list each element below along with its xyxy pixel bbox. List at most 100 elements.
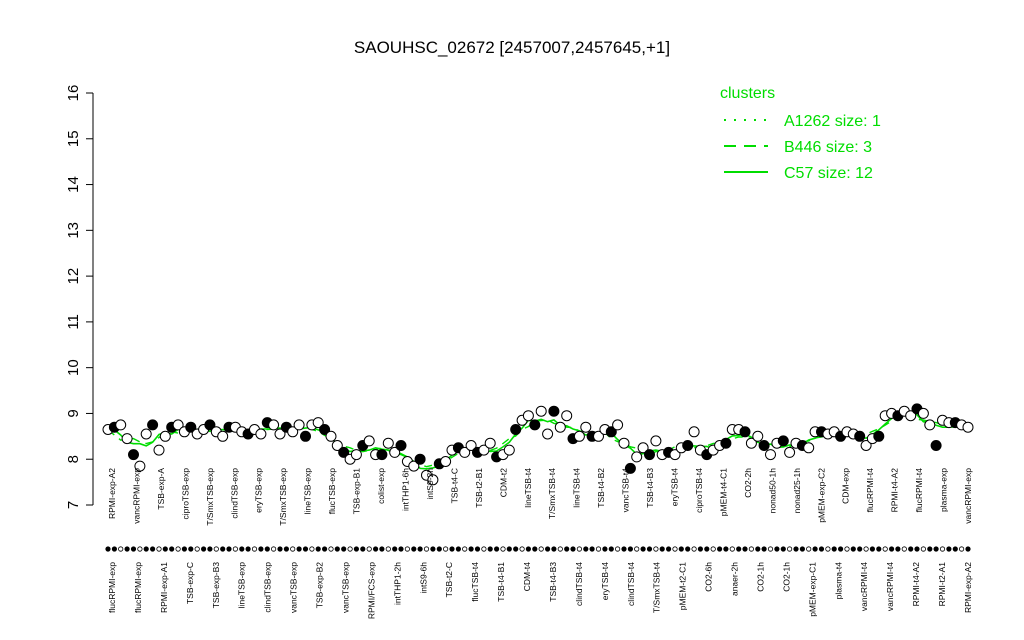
data-point xyxy=(440,456,452,467)
rug-mark xyxy=(411,546,417,552)
rug-mark xyxy=(302,546,309,552)
rug-mark xyxy=(755,546,761,552)
data-point xyxy=(300,430,311,442)
rug-mark xyxy=(175,546,181,552)
rug-mark xyxy=(914,546,920,552)
rug-mark xyxy=(704,546,710,552)
rug-mark xyxy=(156,546,162,552)
rug-mark xyxy=(328,546,334,552)
rug-mark xyxy=(105,546,111,552)
rug-mark xyxy=(831,546,837,552)
rug-mark xyxy=(474,546,481,552)
data-point xyxy=(217,430,229,442)
rug-mark xyxy=(436,546,442,552)
sample-label-bottom: vancRPMI-t4 xyxy=(885,562,895,611)
rug-mark xyxy=(958,546,965,552)
rug-mark xyxy=(506,546,512,552)
data-point xyxy=(542,428,554,440)
rug-mark xyxy=(716,546,723,552)
rug-mark xyxy=(143,546,149,552)
sample-label-top: colist-exp xyxy=(376,468,386,504)
rug-mark xyxy=(493,546,500,552)
rug-mark xyxy=(863,546,869,552)
rug-mark xyxy=(423,546,430,552)
rug-mark xyxy=(392,546,398,552)
data-point xyxy=(854,430,866,442)
rug-mark xyxy=(640,546,646,552)
data-point xyxy=(930,440,942,451)
data-point xyxy=(147,419,159,431)
sample-label-bottom: vancTSB-exp xyxy=(341,562,351,613)
rug-mark xyxy=(124,546,130,552)
sample-label-bottom: intTHP1-2h xyxy=(392,562,402,605)
rug-mark xyxy=(729,546,735,552)
rug-mark xyxy=(825,546,831,552)
data-point xyxy=(644,449,655,461)
data-point xyxy=(688,426,700,438)
rug-mark xyxy=(748,546,755,552)
rug-mark xyxy=(602,546,608,552)
rug-mark xyxy=(207,546,213,552)
data-point xyxy=(765,449,776,461)
rug-mark xyxy=(723,546,729,552)
rug-mark xyxy=(239,546,245,552)
rug-mark xyxy=(277,546,283,552)
sample-label-top: flucRPMI-t4 xyxy=(914,468,924,513)
rug-mark xyxy=(137,546,143,552)
rug-mark xyxy=(481,546,487,552)
data-point xyxy=(758,440,770,451)
sample-label-bottom: TSB-exp-C xyxy=(185,562,195,604)
rug-mark xyxy=(194,546,200,552)
rug-mark xyxy=(150,546,156,552)
data-point xyxy=(115,419,127,431)
rug-mark xyxy=(869,546,876,552)
rug-mark xyxy=(321,546,328,552)
sample-label-top: lineTSB-t4 xyxy=(523,468,533,508)
rug-mark xyxy=(946,546,952,552)
sample-label-top: pMEM-exp-C2 xyxy=(816,468,826,523)
sample-label-bottom: pMEM-t2-C1 xyxy=(678,562,688,610)
y-tick-label: 9 xyxy=(65,409,82,417)
rug-mark xyxy=(538,546,544,552)
sample-label-bottom: RPMI/FCS-exp xyxy=(366,562,376,619)
rug-mark xyxy=(169,546,175,552)
y-tick-label: 10 xyxy=(65,359,82,376)
y-tick-label: 16 xyxy=(65,85,82,102)
rug-mark xyxy=(939,546,946,552)
rug-mark xyxy=(462,546,468,552)
legend: clusters A1262 size: 1 B446 size: 3 C57 … xyxy=(720,85,881,182)
legend-entry-c57: C57 size: 12 xyxy=(784,165,873,182)
data-point xyxy=(153,444,165,456)
rug-mark xyxy=(920,546,927,552)
sample-label-bottom: clindTSB-exp xyxy=(263,562,273,613)
rug-mark xyxy=(908,546,914,552)
rug-mark xyxy=(519,546,525,552)
rug-mark xyxy=(627,546,634,552)
sample-label-bottom: RPMI-exp-A1 xyxy=(159,562,169,613)
rug-mark xyxy=(385,546,391,552)
sample-label-top: ciproTSB-exp xyxy=(180,468,190,520)
sample-label-top: plasma-exp xyxy=(939,468,949,512)
rug-mark xyxy=(857,546,863,552)
y-tick-label: 14 xyxy=(65,176,82,193)
y-tick-label: 8 xyxy=(65,455,82,463)
rug-mark xyxy=(353,546,359,552)
rug-mark xyxy=(952,546,958,552)
rug-mark xyxy=(786,546,793,552)
rug-mark xyxy=(927,546,933,552)
data-point xyxy=(484,437,496,449)
rug-mark xyxy=(812,546,818,552)
y-tick-label: 12 xyxy=(65,268,82,285)
rug-mark xyxy=(608,546,614,552)
rug-mark xyxy=(347,546,353,552)
y-tick-label: 7 xyxy=(65,501,82,509)
rug-mark xyxy=(818,546,825,552)
data-point xyxy=(962,421,974,433)
sample-label-bottom: vancRPMI-t4 xyxy=(859,562,869,611)
sample-label-top: T/SmxTSB-t4 xyxy=(547,468,557,519)
rug-mark xyxy=(213,546,219,552)
rug-mark xyxy=(449,546,455,552)
sample-label-bottom: TSB-t4-B3 xyxy=(548,562,558,602)
data-point xyxy=(618,437,630,449)
sample-label-top: CO2-2h xyxy=(743,468,753,498)
